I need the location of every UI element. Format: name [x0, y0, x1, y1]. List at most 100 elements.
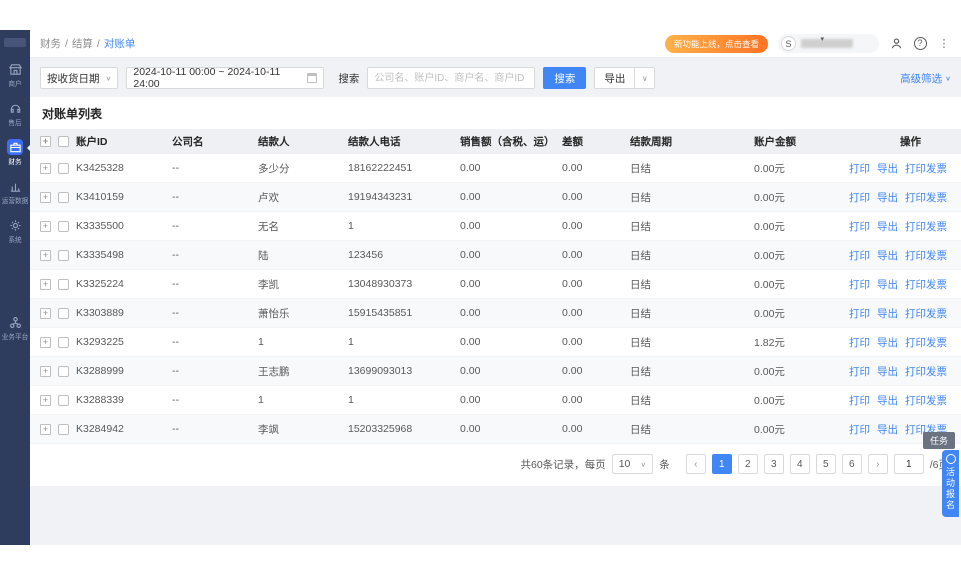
- export-button[interactable]: 导出: [594, 67, 635, 89]
- sidebar-item-finance[interactable]: 财务: [0, 139, 30, 167]
- export-link[interactable]: 导出: [877, 219, 898, 234]
- print-link[interactable]: 打印: [849, 393, 870, 408]
- cell-account-id: K3325224: [76, 278, 172, 290]
- print-link[interactable]: 打印: [849, 335, 870, 350]
- page-button-4[interactable]: 4: [790, 454, 810, 474]
- sidebar-item-business-platform[interactable]: 业务平台: [0, 314, 30, 342]
- table-header-row: + 账户ID 公司名 结款人 结款人电话 销售额（含税、运） 差额 结款周期 账…: [30, 129, 961, 154]
- print-invoice-link[interactable]: 打印发票: [905, 248, 947, 263]
- sidebar-item-merchant[interactable]: 商户: [0, 61, 30, 89]
- breadcrumb-settlement[interactable]: 结算: [72, 36, 93, 51]
- expand-all-icon[interactable]: +: [40, 136, 51, 147]
- row-checkbox[interactable]: [58, 337, 69, 348]
- cell-phone: 19194343231: [348, 191, 460, 203]
- print-invoice-link[interactable]: 打印发票: [905, 219, 947, 234]
- export-link[interactable]: 导出: [877, 161, 898, 176]
- row-checkbox[interactable]: [58, 250, 69, 261]
- print-link[interactable]: 打印: [849, 306, 870, 321]
- cell-balance: 0.00元: [754, 161, 862, 176]
- print-invoice-link[interactable]: 打印发票: [905, 364, 947, 379]
- cell-account-id: K3284942: [76, 423, 172, 435]
- row-checkbox[interactable]: [58, 221, 69, 232]
- expand-row-icon[interactable]: +: [40, 308, 51, 319]
- print-invoice-link[interactable]: 打印发票: [905, 161, 947, 176]
- row-checkbox[interactable]: [58, 366, 69, 377]
- print-invoice-link[interactable]: 打印发票: [905, 277, 947, 292]
- export-link[interactable]: 导出: [877, 364, 898, 379]
- expand-row-icon[interactable]: +: [40, 424, 51, 435]
- sidebar-item-system[interactable]: 系统: [0, 217, 30, 245]
- sidebar-item-operations-data[interactable]: 运营数据: [0, 178, 30, 206]
- row-checkbox[interactable]: [58, 395, 69, 406]
- print-link[interactable]: 打印: [849, 161, 870, 176]
- print-link[interactable]: 打印: [849, 219, 870, 234]
- cell-diff: 0.00: [562, 336, 630, 348]
- help-icon[interactable]: ?: [913, 37, 927, 51]
- search-input[interactable]: [367, 67, 535, 89]
- print-link[interactable]: 打印: [849, 422, 870, 437]
- export-link[interactable]: 导出: [877, 248, 898, 263]
- sidebar-item-label: 业务平台: [2, 332, 29, 342]
- export-dropdown-button[interactable]: ∨: [635, 67, 655, 89]
- export-link[interactable]: 导出: [877, 335, 898, 350]
- export-link[interactable]: 导出: [877, 393, 898, 408]
- sidebar-item-label: 运营数据: [2, 196, 29, 206]
- expand-row-icon[interactable]: +: [40, 163, 51, 174]
- date-range-input[interactable]: 2024-10-11 00:00 ~ 2024-10-11 24:00: [126, 67, 324, 89]
- page-button-1[interactable]: 1: [712, 454, 732, 474]
- row-checkbox[interactable]: [58, 279, 69, 290]
- prev-page-button[interactable]: ‹: [686, 454, 706, 474]
- row-checkbox[interactable]: [58, 308, 69, 319]
- cell-company: --: [172, 220, 258, 232]
- expand-row-icon[interactable]: +: [40, 192, 51, 203]
- select-all-checkbox[interactable]: [58, 136, 69, 147]
- cell-payer: 李凯: [258, 277, 348, 292]
- task-tab[interactable]: 任务: [923, 432, 955, 449]
- expand-row-icon[interactable]: +: [40, 337, 51, 348]
- col-header-payer: 结款人: [258, 134, 348, 149]
- print-link[interactable]: 打印: [849, 277, 870, 292]
- advanced-filter-link[interactable]: 高级筛选 ∨: [900, 71, 951, 86]
- next-page-button[interactable]: ›: [868, 454, 888, 474]
- page-button-5[interactable]: 5: [816, 454, 836, 474]
- page-button-6[interactable]: 6: [842, 454, 862, 474]
- new-feature-badge[interactable]: 新功能上线，点击查看: [665, 35, 768, 53]
- export-link[interactable]: 导出: [877, 190, 898, 205]
- row-checkbox[interactable]: [58, 424, 69, 435]
- date-type-select[interactable]: 按收货日期 ∨: [40, 67, 118, 89]
- print-invoice-link[interactable]: 打印发票: [905, 306, 947, 321]
- more-icon[interactable]: ⋮: [937, 37, 951, 51]
- expand-row-icon[interactable]: +: [40, 366, 51, 377]
- print-invoice-link[interactable]: 打印发票: [905, 335, 947, 350]
- export-link[interactable]: 导出: [877, 422, 898, 437]
- cell-phone: 13699093013: [348, 365, 460, 377]
- export-link[interactable]: 导出: [877, 277, 898, 292]
- export-link[interactable]: 导出: [877, 306, 898, 321]
- expand-row-icon[interactable]: +: [40, 250, 51, 261]
- search-button[interactable]: 搜索: [543, 67, 586, 89]
- expand-row-icon[interactable]: +: [40, 279, 51, 290]
- breadcrumb-finance[interactable]: 财务: [40, 36, 61, 51]
- page-size-unit: 条: [659, 457, 670, 472]
- print-link[interactable]: 打印: [849, 248, 870, 263]
- print-invoice-link[interactable]: 打印发票: [905, 190, 947, 205]
- export-split-button: 导出 ∨: [594, 67, 655, 89]
- service-ribbon[interactable]: 活动报名: [942, 450, 959, 517]
- support-icon[interactable]: [889, 37, 903, 51]
- print-link[interactable]: 打印: [849, 364, 870, 379]
- sidebar-item-aftersales[interactable]: 售后: [0, 100, 30, 128]
- page-button-3[interactable]: 3: [764, 454, 784, 474]
- page-button-2[interactable]: 2: [738, 454, 758, 474]
- page-jump-input[interactable]: [894, 454, 924, 474]
- row-checkbox[interactable]: [58, 192, 69, 203]
- user-pill[interactable]: S ▾: [778, 34, 879, 53]
- print-invoice-link[interactable]: 打印发票: [905, 393, 947, 408]
- row-checkbox[interactable]: [58, 163, 69, 174]
- print-link[interactable]: 打印: [849, 190, 870, 205]
- table-row: + K3325224 -- 李凯 13048930373 0.00 0.00 日…: [30, 270, 961, 299]
- cell-sales: 0.00: [460, 365, 562, 377]
- expand-row-icon[interactable]: +: [40, 221, 51, 232]
- page-size-select[interactable]: 10 ∨: [612, 454, 654, 474]
- cell-cycle: 日结: [630, 422, 754, 437]
- expand-row-icon[interactable]: +: [40, 395, 51, 406]
